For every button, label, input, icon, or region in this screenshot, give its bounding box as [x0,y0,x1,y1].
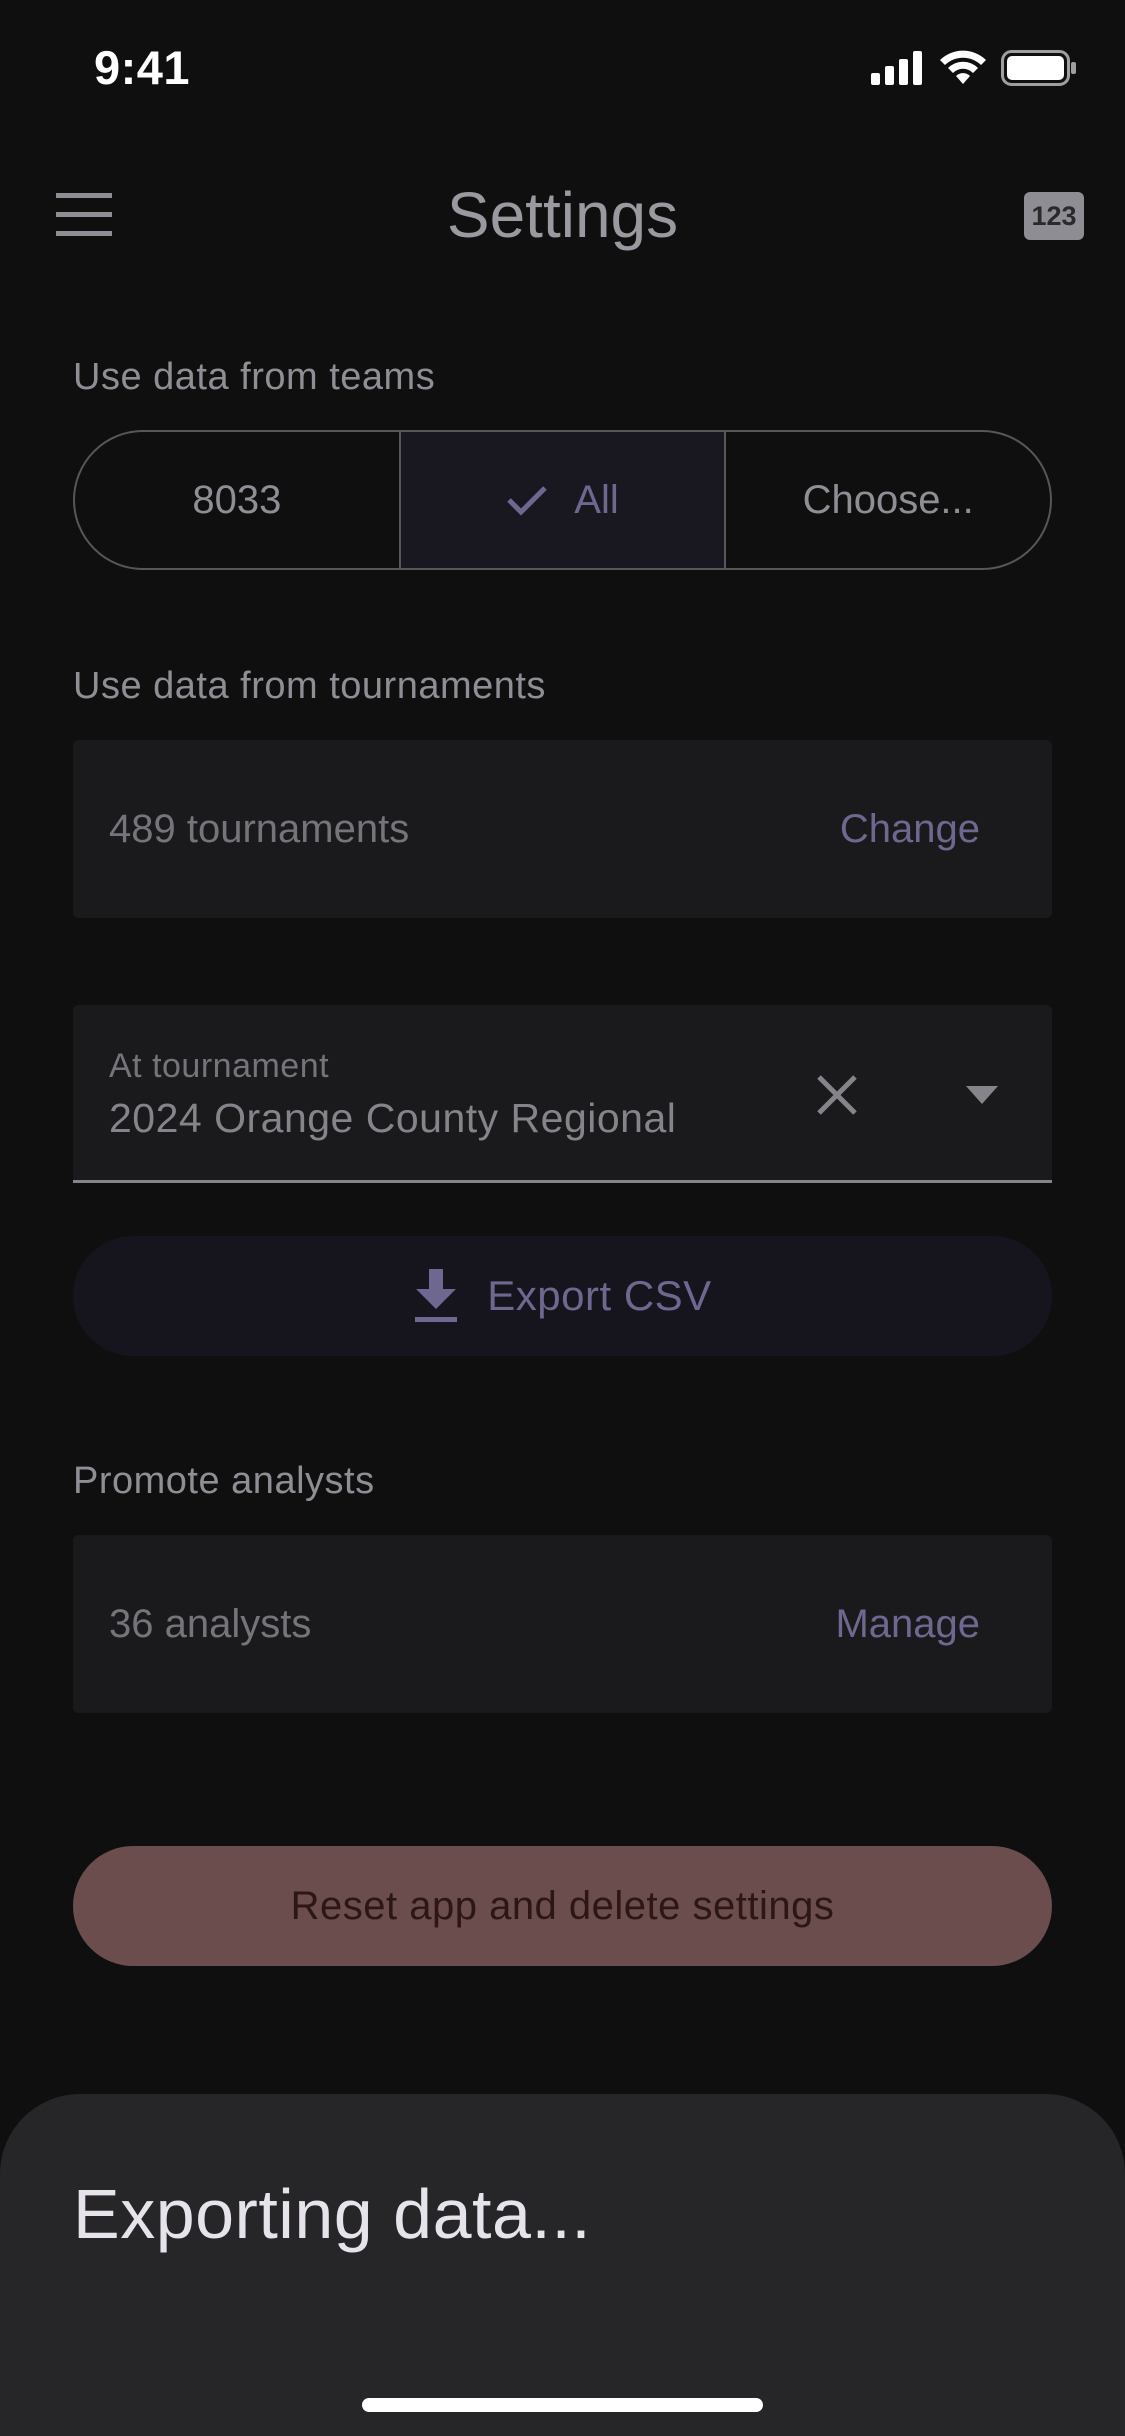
close-icon[interactable] [815,1073,859,1117]
analysts-section-label: Promote analysts [73,1460,375,1502]
tournaments-card: 489 tournaments Change [73,740,1052,918]
export-csv-label: Export CSV [487,1272,712,1319]
status-icons [871,48,1077,88]
reset-app-button[interactable]: Reset app and delete settings [73,1846,1052,1966]
segment-label: 8033 [192,477,282,522]
numeric-badge-button[interactable]: 123 [1024,192,1084,240]
change-tournaments-button[interactable]: Change [840,807,980,852]
wifi-icon [940,50,986,84]
battery-icon [1001,50,1076,86]
download-icon [415,1269,458,1322]
exporting-bottom-sheet: Exporting data... [0,2094,1125,2436]
dropdown-arrow-icon[interactable] [966,1086,998,1104]
segment-label: Choose... [802,477,974,522]
home-indicator [362,2398,763,2412]
status-time: 9:41 [94,41,191,94]
dropdown-value: 2024 Orange County Regional [109,1095,677,1141]
manage-analysts-button[interactable]: Manage [835,1602,980,1647]
segment-all[interactable]: All [400,432,727,568]
teams-section-label: Use data from teams [73,356,436,398]
tournaments-count: 489 tournaments [109,806,410,851]
check-icon [507,486,548,516]
tournaments-section-label: Use data from tournaments [73,665,546,707]
page-title: Settings [446,179,679,251]
segment-label: All [574,477,619,522]
segment-team-8033[interactable]: 8033 [75,432,401,568]
at-tournament-dropdown[interactable]: At tournament 2024 Orange County Regiona… [73,1005,1052,1183]
segment-choose[interactable]: Choose... [726,432,1050,568]
export-csv-button[interactable]: Export CSV [73,1236,1052,1356]
sheet-title: Exporting data... [73,2175,592,2253]
analysts-count: 36 analysts [109,1601,312,1646]
signal-icon [871,51,922,85]
dropdown-label: At tournament [109,1047,330,1085]
teams-segmented-control: 8033 All Choose... [73,430,1052,570]
analysts-card: 36 analysts Manage [73,1535,1052,1713]
